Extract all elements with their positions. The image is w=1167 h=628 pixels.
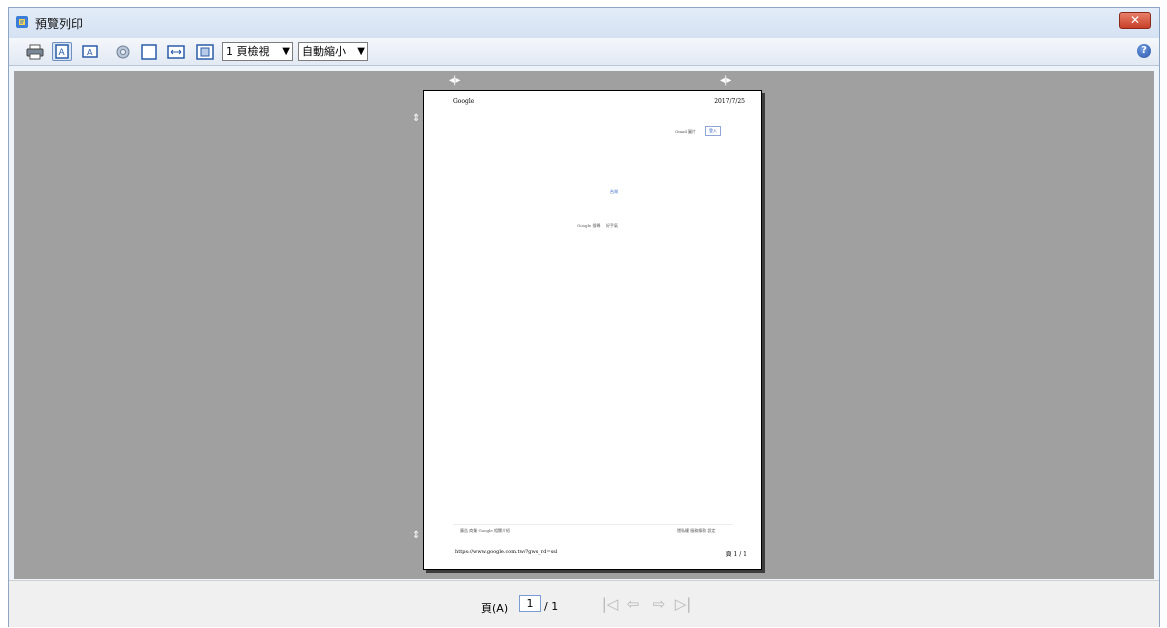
last-page-icon: ▷| xyxy=(674,595,692,613)
print-button[interactable] xyxy=(25,42,45,61)
close-button[interactable]: ✕ xyxy=(1119,12,1151,29)
left-margin-handle[interactable]: ◂|▸ xyxy=(449,76,460,86)
previous-page-button[interactable]: ⇦ xyxy=(623,595,643,613)
svg-text:A: A xyxy=(59,48,66,58)
page-footer-url: https://www.google.com.tw/?gws_rd=ssl xyxy=(455,549,558,555)
page-total: / 1 xyxy=(544,600,559,613)
first-page-icon: |◁ xyxy=(601,595,619,613)
page-link-gmail: Gmail xyxy=(675,129,687,134)
view-mode-select[interactable]: 1 頁檢視 ▼ xyxy=(222,42,293,61)
printer-icon xyxy=(26,44,44,59)
chevron-down-icon: ▼ xyxy=(282,46,290,57)
full-width-button[interactable] xyxy=(166,42,186,61)
page-lucky-button: 好手氣 xyxy=(606,223,618,228)
page-footer-links-right: 隱私權 服務條款 設定 xyxy=(677,528,716,533)
svg-text:A: A xyxy=(87,48,93,57)
title-bar: 預覽列印 ✕ xyxy=(9,8,1159,38)
last-page-button[interactable]: ▷| xyxy=(673,595,693,613)
full-width-icon xyxy=(167,44,185,59)
help-icon: ? xyxy=(1141,45,1147,56)
top-margin-handle[interactable]: ⇕ xyxy=(412,114,420,124)
header-footer-button[interactable] xyxy=(139,42,159,61)
page-footer-page-info: 頁 1 / 1 xyxy=(725,551,747,558)
page-link-images: 圖片 xyxy=(688,129,696,134)
close-icon: ✕ xyxy=(1129,13,1141,27)
window-title: 預覽列印 xyxy=(35,17,84,31)
page-setup-button[interactable] xyxy=(113,42,133,61)
page-search-button: Google 搜尋 xyxy=(577,223,601,228)
page-signin-button: 登入 xyxy=(705,126,721,136)
chevron-down-icon: ▼ xyxy=(357,46,365,57)
page-footer-divider xyxy=(453,524,733,525)
bottom-margin-handle[interactable]: ⇕ xyxy=(412,531,420,541)
page-footer-links-left: 廣告 商業 Google 相關介紹 xyxy=(460,528,511,533)
scale-select[interactable]: 自動縮小 ▼ xyxy=(298,42,368,61)
page-logo-text: 台灣 xyxy=(610,189,618,194)
preview-page: Google 2017/7/25 Gmail 圖片 登入 台灣 Google 搜… xyxy=(423,90,762,570)
page-number-input[interactable]: 1 xyxy=(519,595,541,612)
previous-page-icon: ⇦ xyxy=(626,595,640,613)
header-footer-icon xyxy=(141,43,157,60)
gear-icon xyxy=(116,45,130,58)
preview-area: ◂|▸ ◂|▸ ⇕ ⇕ Google 2017/7/25 Gmail 圖片 登入… xyxy=(14,71,1154,579)
page-header-right: 2017/7/25 xyxy=(714,98,745,105)
full-page-button[interactable] xyxy=(195,42,215,61)
print-preview-app-icon xyxy=(15,15,29,29)
page-number-label: 頁(A) xyxy=(481,602,509,615)
scale-value: 自動縮小 xyxy=(302,45,346,58)
portrait-orientation-icon: A xyxy=(55,44,69,59)
view-mode-value: 1 頁檢視 xyxy=(226,45,270,58)
portrait-button[interactable]: A xyxy=(52,42,72,61)
landscape-orientation-icon: A xyxy=(82,45,98,58)
full-page-icon xyxy=(196,43,214,60)
next-page-button[interactable]: ⇨ xyxy=(649,595,669,613)
right-margin-handle[interactable]: ◂|▸ xyxy=(720,76,731,86)
page-header-left: Google xyxy=(453,98,475,105)
landscape-button[interactable]: A xyxy=(80,42,100,61)
toolbar: A A 1 頁檢視 ▼ 自動縮小 ▼ ? xyxy=(9,38,1159,66)
status-bar: 頁(A) 1 / 1 |◁ ⇦ ⇨ ▷| xyxy=(9,580,1159,627)
next-page-icon: ⇨ xyxy=(652,595,666,613)
print-preview-window: 預覽列印 ✕ A A 1 頁檢視 ▼ 自動縮小 ▼ ? ◂|▸ ◂|▸ ⇕ ⇕ … xyxy=(8,7,1160,627)
help-button[interactable]: ? xyxy=(1137,44,1151,58)
first-page-button[interactable]: |◁ xyxy=(600,595,620,613)
